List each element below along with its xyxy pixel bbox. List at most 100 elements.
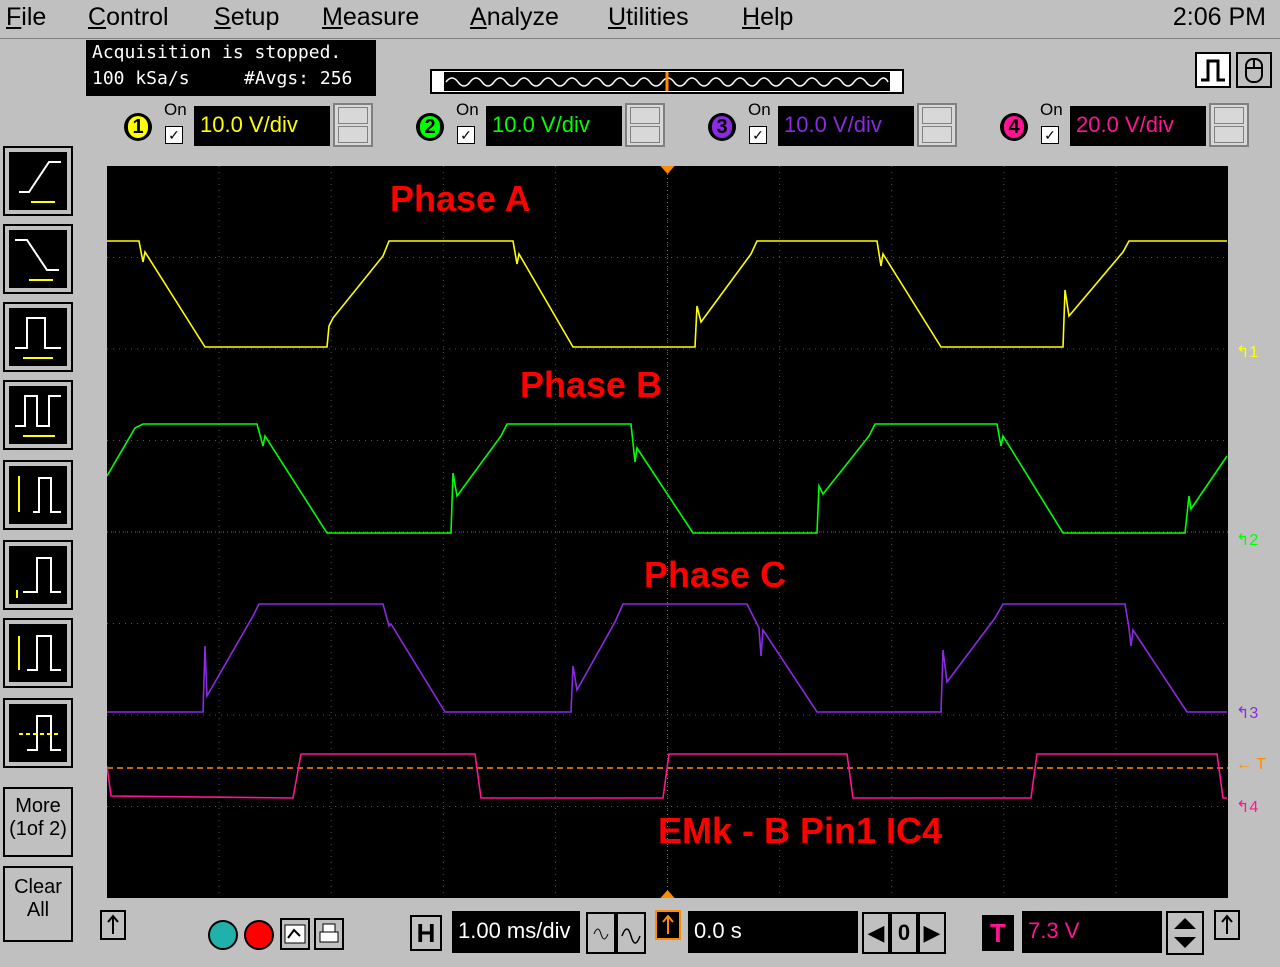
menu-utilities-label: tilities bbox=[626, 3, 689, 31]
overshoot-button[interactable] bbox=[3, 540, 73, 610]
channel-2-scale-up[interactable] bbox=[630, 107, 660, 124]
channel-3-scale-up[interactable] bbox=[922, 107, 952, 124]
channel-4-scale[interactable]: 20.0 V/div bbox=[1070, 106, 1206, 146]
channel-3-on-checkbox[interactable]: ✓ bbox=[749, 126, 767, 144]
left-arrow-icon: ◀ bbox=[867, 920, 885, 945]
up-arrow-icon bbox=[1221, 914, 1233, 934]
channel-3-scale[interactable]: 10.0 V/div bbox=[778, 106, 914, 146]
delay-reference-button[interactable] bbox=[655, 910, 681, 940]
rise-time-button[interactable] bbox=[3, 146, 73, 216]
channel-3-scale-down[interactable] bbox=[922, 126, 952, 143]
horizontal-position[interactable]: 0.0 s bbox=[688, 911, 858, 953]
channel-4-scale-spinner[interactable] bbox=[1209, 103, 1249, 147]
position-left-button[interactable]: ◀ bbox=[862, 912, 890, 954]
mouse-icon bbox=[1245, 58, 1263, 83]
timebase-coarse-button[interactable] bbox=[616, 912, 646, 954]
amplitude-icon bbox=[18, 635, 61, 671]
channel-1-on-checkbox[interactable]: ✓ bbox=[165, 126, 183, 144]
channel-2-scale[interactable]: 10.0 V/div bbox=[486, 106, 622, 146]
channel-3-badge[interactable]: 3 bbox=[708, 113, 736, 141]
channel-4-scale-up[interactable] bbox=[1214, 107, 1244, 124]
channel-3-ground-marker[interactable]: ↰3 bbox=[1236, 703, 1258, 723]
channel-4-on-label: On bbox=[1040, 100, 1063, 119]
run-button[interactable] bbox=[208, 920, 238, 950]
channel-3-scale-spinner[interactable] bbox=[917, 103, 957, 147]
print-button[interactable] bbox=[314, 918, 344, 950]
overview-waveform bbox=[444, 72, 890, 91]
menu-help[interactable]: Help bbox=[742, 3, 793, 32]
trigger-position-bottom bbox=[660, 890, 675, 898]
trigger-position-top bbox=[660, 166, 675, 174]
mouse-mode-button[interactable] bbox=[1236, 52, 1272, 88]
clear-line1: Clear bbox=[14, 876, 62, 898]
menu-measure-label: easure bbox=[342, 3, 420, 31]
menu-setup[interactable]: Setup bbox=[214, 3, 279, 32]
channel-1-scale-spinner[interactable] bbox=[333, 103, 373, 147]
menu-utilities[interactable]: Utilities bbox=[608, 3, 689, 32]
autoscale-button[interactable] bbox=[280, 918, 310, 950]
menu-setup-mnemonic: S bbox=[214, 3, 231, 31]
channel-2-ground-marker[interactable]: ↰2 bbox=[1236, 530, 1258, 550]
period-icon bbox=[15, 395, 61, 437]
channel-2-marker-num: 2 bbox=[1249, 532, 1259, 549]
channel-3-marker-num: 3 bbox=[1249, 705, 1259, 722]
channel-1-ground-marker[interactable]: ↰1 bbox=[1236, 342, 1258, 362]
waveform-display[interactable] bbox=[106, 166, 1228, 898]
horizontal-button[interactable]: H bbox=[410, 915, 442, 951]
channel-1-marker-num: 1 bbox=[1249, 344, 1259, 361]
more-line1: More bbox=[15, 795, 61, 817]
channel-1-badge[interactable]: 1 bbox=[124, 113, 152, 141]
menu-control[interactable]: Control bbox=[88, 3, 169, 32]
phase-a-label: Phase A bbox=[390, 178, 531, 219]
channel-2-on-checkbox[interactable]: ✓ bbox=[457, 126, 475, 144]
menu-utilities-mnemonic: U bbox=[608, 3, 627, 31]
pulse-width-button[interactable] bbox=[3, 302, 73, 372]
trigger-level-marker[interactable]: ← T bbox=[1236, 756, 1266, 774]
left-scroll-button[interactable] bbox=[100, 910, 126, 940]
channel-2-scale-down[interactable] bbox=[630, 126, 660, 143]
channel-1-scale-down[interactable] bbox=[338, 126, 368, 143]
menu-control-label: ontrol bbox=[106, 3, 169, 31]
trigger-button[interactable]: T bbox=[982, 915, 1014, 951]
phase-b-label: Phase B bbox=[520, 364, 663, 405]
trigger-level-spinner[interactable] bbox=[1166, 911, 1204, 955]
position-right-button[interactable]: ▶ bbox=[918, 912, 946, 954]
position-zero-button[interactable]: 0 bbox=[890, 912, 918, 954]
average-button[interactable] bbox=[3, 698, 73, 768]
trigger-marker-label: T bbox=[1256, 756, 1266, 773]
right-scroll-button[interactable] bbox=[1214, 910, 1240, 940]
channel-2-badge[interactable]: 2 bbox=[416, 113, 444, 141]
display-mode-button[interactable] bbox=[1195, 52, 1231, 88]
clear-all-button[interactable]: Clear All bbox=[3, 866, 73, 942]
menu-analyze-label: nalyze bbox=[486, 3, 559, 31]
menu-bar: File Control Setup Measure Analyze Utili… bbox=[0, 0, 1280, 39]
trigger-level[interactable]: 7.3 V bbox=[1022, 911, 1162, 953]
peak-to-peak-button[interactable] bbox=[3, 618, 73, 688]
timebase-fine-button[interactable] bbox=[586, 912, 616, 954]
autoscale-icon bbox=[284, 924, 306, 944]
amplitude-button[interactable] bbox=[3, 460, 73, 530]
menu-file-mnemonic: F bbox=[6, 3, 22, 31]
channel-4-on-checkbox[interactable]: ✓ bbox=[1041, 126, 1059, 144]
average-icon bbox=[19, 715, 61, 751]
channel-2-scale-spinner[interactable] bbox=[625, 103, 665, 147]
menu-file[interactable]: File bbox=[6, 3, 46, 32]
menu-analyze-mnemonic: A bbox=[470, 3, 487, 31]
stop-button[interactable] bbox=[244, 920, 274, 950]
sample-rate: 100 kSa/s bbox=[92, 68, 190, 89]
right-arrow-icon: ▶ bbox=[923, 920, 941, 945]
more-button[interactable]: More (1of 2) bbox=[3, 787, 73, 857]
frequency-button[interactable] bbox=[3, 380, 73, 450]
menu-setup-label: etup bbox=[230, 3, 280, 31]
channel-1-scale-up[interactable] bbox=[338, 107, 368, 124]
fall-time-button[interactable] bbox=[3, 224, 73, 294]
timebase-scale[interactable]: 1.00 ms/div bbox=[452, 911, 580, 953]
channel-1-scale[interactable]: 10.0 V/div bbox=[194, 106, 330, 146]
up-arrow-icon bbox=[107, 914, 119, 934]
menu-analyze[interactable]: Analyze bbox=[470, 3, 559, 32]
channel-4-scale-down[interactable] bbox=[1214, 126, 1244, 143]
overview-wave-icon bbox=[445, 72, 889, 91]
channel-4-badge[interactable]: 4 bbox=[1000, 113, 1028, 141]
menu-measure[interactable]: Measure bbox=[322, 3, 419, 32]
channel-4-ground-marker[interactable]: ↰4 bbox=[1236, 797, 1258, 817]
